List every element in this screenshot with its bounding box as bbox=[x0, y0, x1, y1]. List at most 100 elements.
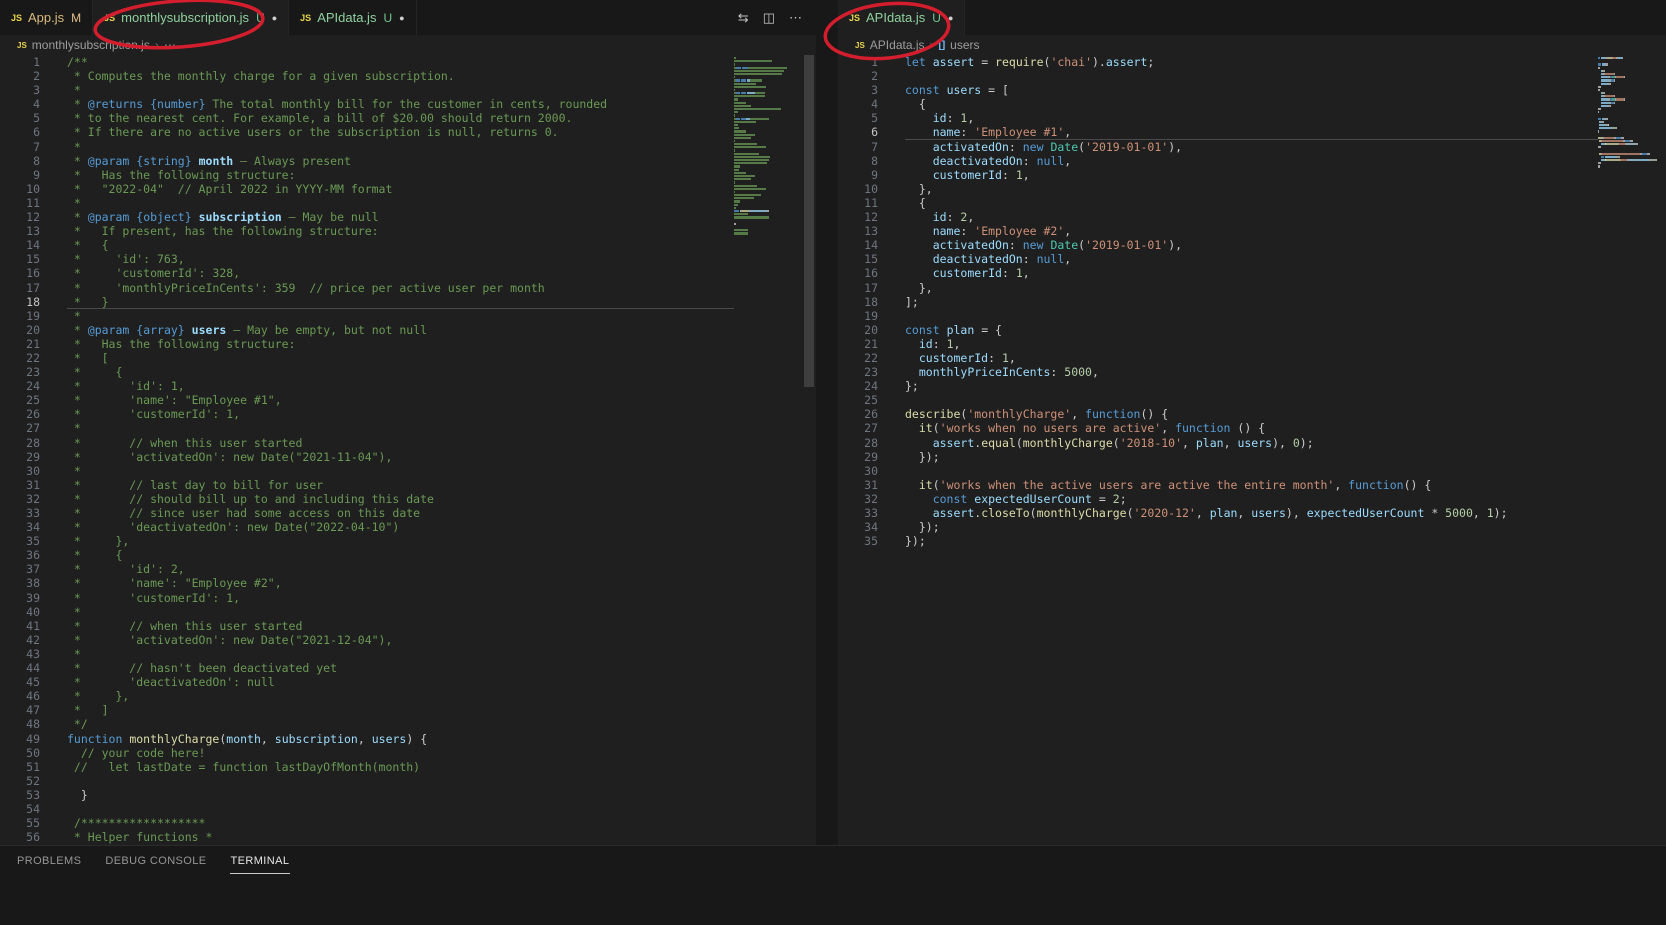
unsaved-dot-icon[interactable]: ● bbox=[399, 13, 404, 23]
code-line[interactable]: * 'monthlyPriceInCents': 359 // price pe… bbox=[67, 281, 734, 295]
code-line[interactable]: customerId: 1, bbox=[905, 168, 1598, 182]
code-line[interactable] bbox=[905, 464, 1598, 478]
code-line[interactable]: let assert = require('chai').assert; bbox=[905, 55, 1598, 69]
scrollbar-thumb[interactable] bbox=[804, 55, 814, 387]
code-line[interactable]: it('works when the active users are acti… bbox=[905, 478, 1598, 492]
unsaved-dot-icon[interactable]: ● bbox=[948, 13, 953, 23]
compare-editors-icon[interactable]: ⇆ bbox=[738, 10, 749, 26]
code-line[interactable]: monthlyPriceInCents: 5000, bbox=[905, 365, 1598, 379]
code-line[interactable]: // let lastDate = function lastDayOfMont… bbox=[67, 760, 734, 774]
code-line[interactable]: * // hasn't been deactivated yet bbox=[67, 661, 734, 675]
code-line[interactable]: * Has the following structure: bbox=[67, 168, 734, 182]
editor-group-sash[interactable] bbox=[816, 0, 838, 845]
code-line[interactable]: * // since user had some access on this … bbox=[67, 506, 734, 520]
code-line[interactable]: * 'deactivatedOn': null bbox=[67, 675, 734, 689]
code-line[interactable]: * ] bbox=[67, 703, 734, 717]
code-line[interactable]: * bbox=[67, 647, 734, 661]
code-line[interactable]: name: 'Employee #2', bbox=[905, 224, 1598, 238]
code-line[interactable]: * 'activatedOn': new Date("2021-12-04"), bbox=[67, 633, 734, 647]
code-line[interactable]: * // when this user started bbox=[67, 619, 734, 633]
code-line[interactable]: * @param {array} users – May be empty, b… bbox=[67, 323, 734, 337]
code-line[interactable]: * Computes the monthly charge for a give… bbox=[67, 69, 734, 83]
code-area[interactable]: /** * Computes the monthly charge for a … bbox=[53, 55, 734, 845]
code-line[interactable] bbox=[67, 774, 734, 788]
code-line[interactable]: deactivatedOn: null, bbox=[905, 154, 1598, 168]
code-line[interactable]: * bbox=[67, 196, 734, 210]
code-line[interactable]: it('works when no users are active', fun… bbox=[905, 421, 1598, 435]
code-line[interactable]: assert.equal(monthlyCharge('2018-10', pl… bbox=[905, 436, 1598, 450]
panel-tab-problems[interactable]: PROBLEMS bbox=[16, 846, 82, 874]
code-line[interactable]: const expectedUserCount = 2; bbox=[905, 492, 1598, 506]
code-line[interactable]: * @param {string} month – Always present bbox=[67, 154, 734, 168]
code-line[interactable]: const plan = { bbox=[905, 323, 1598, 337]
code-line[interactable]: * // last day to bill for user bbox=[67, 478, 734, 492]
code-line[interactable] bbox=[905, 69, 1598, 83]
code-line[interactable]: deactivatedOn: null, bbox=[905, 252, 1598, 266]
tab-APIdata.js[interactable]: JS APIdata.js U ● bbox=[289, 0, 417, 35]
code-line[interactable]: name: 'Employee #1', bbox=[905, 125, 1598, 139]
code-line[interactable]: * }, bbox=[67, 689, 734, 703]
code-line[interactable]: * [ bbox=[67, 351, 734, 365]
minimap[interactable] bbox=[734, 55, 802, 845]
code-line[interactable]: }); bbox=[905, 450, 1598, 464]
code-line[interactable]: * @returns {number} The total monthly bi… bbox=[67, 97, 734, 111]
code-line[interactable]: { bbox=[905, 97, 1598, 111]
editor-left[interactable]: 1 2 3 4 5 6 7 8 9 10 11 12 13 14 15 16 17 18 19 20 21 22 23 24 2… bbox=[0, 55, 816, 845]
code-line[interactable]: * { bbox=[67, 238, 734, 252]
code-line[interactable]: * bbox=[67, 309, 734, 323]
code-line[interactable] bbox=[905, 393, 1598, 407]
code-line[interactable]: * @param {object} subscription – May be … bbox=[67, 210, 734, 224]
panel-tab-terminal[interactable]: TERMINAL bbox=[229, 846, 291, 874]
code-line[interactable]: id: 2, bbox=[905, 210, 1598, 224]
code-line[interactable]: * If present, has the following structur… bbox=[67, 224, 734, 238]
code-line[interactable]: * bbox=[67, 605, 734, 619]
editor-right[interactable]: 1 2 3 4 5 6 7 8 9 10 11 12 13 14 15 16 17 18 19 20 21 22 23 24 2… bbox=[838, 55, 1666, 845]
code-area[interactable]: let assert = require('chai').assert; cons… bbox=[891, 55, 1598, 845]
code-line[interactable]: id: 1, bbox=[905, 337, 1598, 351]
code-line[interactable]: * to the nearest cent. For example, a bi… bbox=[67, 111, 734, 125]
code-line[interactable]: activatedOn: new Date('2019-01-01'), bbox=[905, 238, 1598, 252]
code-line[interactable]: /****************** bbox=[67, 816, 734, 830]
breadcrumb-more[interactable]: ⋯ bbox=[164, 38, 176, 52]
tab-monthlysubscription.js[interactable]: JS monthlysubscription.js U ● bbox=[93, 0, 290, 35]
code-line[interactable]: * 'id': 763, bbox=[67, 252, 734, 266]
code-line[interactable]: }; bbox=[905, 379, 1598, 393]
code-line[interactable]: * 'deactivatedOn': new Date("2022-04-10"… bbox=[67, 520, 734, 534]
code-line[interactable]: * } bbox=[67, 295, 734, 309]
code-line[interactable]: * 'name': "Employee #2", bbox=[67, 576, 734, 590]
code-line[interactable]: * 'activatedOn': new Date("2021-11-04"), bbox=[67, 450, 734, 464]
code-line[interactable]: function monthlyCharge(month, subscripti… bbox=[67, 732, 734, 746]
code-line[interactable]: id: 1, bbox=[905, 111, 1598, 125]
code-line[interactable]: * If there are no active users or the su… bbox=[67, 125, 734, 139]
breadcrumb-symbol[interactable]: users bbox=[950, 38, 979, 52]
code-line[interactable]: * bbox=[67, 140, 734, 154]
vertical-scrollbar[interactable] bbox=[802, 55, 816, 845]
code-line[interactable]: }); bbox=[905, 534, 1598, 548]
code-line[interactable]: describe('monthlyCharge', function() { bbox=[905, 407, 1598, 421]
code-line[interactable]: * 'customerId': 1, bbox=[67, 591, 734, 605]
code-line[interactable]: /** bbox=[67, 55, 734, 69]
minimap[interactable] bbox=[1598, 55, 1666, 845]
code-line[interactable]: * Has the following structure: bbox=[67, 337, 734, 351]
more-actions-icon[interactable]: ⋯ bbox=[789, 10, 802, 26]
code-line[interactable]: * "2022-04" // April 2022 in YYYY-MM for… bbox=[67, 182, 734, 196]
code-line[interactable]: { bbox=[905, 196, 1598, 210]
panel-tab-debug-console[interactable]: DEBUG CONSOLE bbox=[104, 846, 207, 874]
code-line[interactable]: * 'customerId': 1, bbox=[67, 407, 734, 421]
code-line[interactable]: assert.closeTo(monthlyCharge('2020-12', … bbox=[905, 506, 1598, 520]
code-line[interactable]: // your code here! bbox=[67, 746, 734, 760]
code-line[interactable]: }); bbox=[905, 520, 1598, 534]
code-line[interactable]: * { bbox=[67, 548, 734, 562]
code-line[interactable]: * 'id': 2, bbox=[67, 562, 734, 576]
code-line[interactable]: * }, bbox=[67, 534, 734, 548]
code-line[interactable]: activatedOn: new Date('2019-01-01'), bbox=[905, 140, 1598, 154]
code-line[interactable]: ]; bbox=[905, 295, 1598, 309]
code-line[interactable]: customerId: 1, bbox=[905, 266, 1598, 280]
code-line[interactable]: * bbox=[67, 464, 734, 478]
code-line[interactable]: * Helper functions * bbox=[67, 830, 734, 844]
code-line[interactable]: */ bbox=[67, 717, 734, 731]
code-line[interactable] bbox=[67, 802, 734, 816]
code-line[interactable]: * bbox=[67, 421, 734, 435]
split-editor-icon[interactable]: ◫ bbox=[763, 10, 775, 26]
tab-APIdata.js[interactable]: JS APIdata.js U ● bbox=[838, 0, 966, 35]
